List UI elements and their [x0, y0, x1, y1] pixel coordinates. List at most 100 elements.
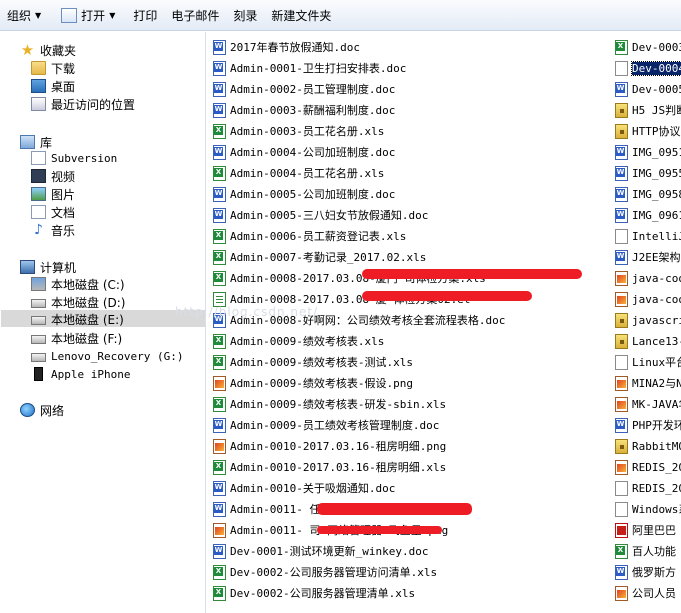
file-item[interactable]: Admin-0010-关于吸烟通知.doc: [213, 479, 395, 497]
file-item[interactable]: Admin-0007-考勤记录_2017.02.xls: [213, 248, 426, 266]
file-item[interactable]: Admin-0009-绩效考核表-假设.png: [213, 374, 413, 392]
nav-computer[interactable]: 计算机: [20, 258, 76, 276]
nav-item-iphone[interactable]: Apple iPhone: [31, 365, 130, 383]
file-item[interactable]: Dev-0005: [615, 80, 681, 98]
file-item[interactable]: Admin-0009-绩效考核表-研发-sbin.xls: [213, 395, 446, 413]
file-name: Admin-0009-绩效考核表-测试.xls: [230, 356, 413, 369]
file-item[interactable]: Admin-0009-绩效考核表.xls: [213, 332, 384, 350]
nav-item-drive-g[interactable]: Lenovo_Recovery (G:): [31, 347, 183, 365]
file-item[interactable]: Admin-0003-员工花名册.xls: [213, 122, 384, 140]
email-button[interactable]: 电子邮件: [164, 0, 226, 31]
nav-item-drive-e[interactable]: 本地磁盘 (E:): [31, 310, 124, 328]
nav-item-documents[interactable]: 文档: [31, 203, 75, 221]
file-item[interactable]: IMG_0958: [615, 185, 681, 203]
file-item[interactable]: J2EE架构: [615, 248, 681, 266]
file-name: REDIS_20: [632, 460, 681, 474]
network-globe-icon: [20, 403, 35, 417]
nav-item-drive-d[interactable]: 本地磁盘 (D:): [31, 293, 125, 311]
nav-item-label: 视频: [51, 169, 76, 184]
file-item[interactable]: Admin-0003-薪酬福利制度.doc: [213, 101, 395, 119]
new-folder-button[interactable]: 新建文件夹: [264, 0, 338, 31]
redaction-mark: [362, 269, 582, 279]
png-file-icon: [615, 375, 628, 391]
print-button[interactable]: 打印: [126, 0, 164, 31]
file-name: Dev-0002-公司服务器管理清单.xls: [230, 587, 416, 600]
file-item[interactable]: Admin-0005-三八妇女节放假通知.doc: [213, 206, 428, 224]
nav-item-drive-c[interactable]: 本地磁盘 (C:): [31, 275, 125, 293]
file-item[interactable]: 百人功能: [615, 542, 676, 560]
document-icon: [61, 7, 78, 23]
file-item[interactable]: H5 JS判断: [615, 101, 681, 119]
doc-file-icon: [615, 144, 628, 160]
file-item[interactable]: Windows系: [615, 500, 681, 518]
nav-item-music[interactable]: ♪ 音乐: [31, 221, 75, 239]
file-item[interactable]: HTTP协议: [615, 122, 681, 140]
doc-file-icon: [213, 501, 226, 517]
file-item[interactable]: Admin-0009-绩效考核表-测试.xls: [213, 353, 413, 371]
file-item[interactable]: REDIS_20: [615, 458, 681, 476]
png-file-icon: [213, 438, 226, 454]
nav-favorites[interactable]: ★ 收藏夹: [20, 41, 76, 59]
file-item[interactable]: IMG_0951: [615, 143, 681, 161]
nav-item-videos[interactable]: 视频: [31, 167, 75, 185]
file-item[interactable]: Dev-0002-公司服务器管理清单.xls: [213, 584, 415, 602]
file-item[interactable]: Admin-0005-公司加班制度.doc: [213, 185, 395, 203]
file-file-icon: [615, 60, 628, 76]
nav-item-pictures[interactable]: 图片: [31, 185, 75, 203]
file-item[interactable]: 俄罗斯方: [615, 563, 676, 581]
file-item[interactable]: IntelliJ: [615, 227, 681, 245]
file-item[interactable]: IMG_0961: [615, 206, 681, 224]
file-item[interactable]: javascri: [615, 311, 681, 329]
nav-item-downloads[interactable]: 下载: [31, 59, 75, 77]
file-item[interactable]: Linux平台: [615, 353, 681, 371]
file-item[interactable]: 2017年春节放假通知.doc: [213, 38, 360, 56]
file-name: MINA2与N: [632, 377, 681, 390]
doc-file-icon: [213, 207, 226, 223]
file-item[interactable]: java-coo: [615, 290, 681, 308]
organize-menu[interactable]: 组织 ▼: [0, 0, 48, 31]
file-item[interactable]: 阿里巴巴: [615, 521, 676, 539]
file-item[interactable]: Admin-0009-员工绩效考核管理制度.doc: [213, 416, 439, 434]
file-file-icon: [615, 228, 628, 244]
open-label: 打开: [81, 8, 106, 23]
file-item[interactable]: Dev-0003: [615, 38, 681, 56]
file-item[interactable]: Dev-0002-公司服务器管理访问清单.xls: [213, 563, 437, 581]
nav-network[interactable]: 网络: [20, 401, 64, 419]
file-item[interactable]: RabbitMQ: [615, 437, 681, 455]
desktop-icon: [31, 79, 46, 93]
doc-file-icon: [213, 144, 226, 160]
file-item[interactable]: Dev-0001-测试环境更新_winkey.doc: [213, 542, 428, 560]
file-item[interactable]: Admin-0001-卫生打扫安排表.doc: [213, 59, 406, 77]
png-file-icon: [213, 375, 226, 391]
file-item[interactable]: java-coo: [615, 269, 681, 287]
nav-item-label: Apple iPhone: [51, 367, 131, 381]
doc-file-icon: [213, 417, 226, 433]
file-name: 公司人员: [632, 587, 676, 600]
burn-button[interactable]: 刻录: [226, 0, 264, 31]
file-item[interactable]: Admin-0010-2017.03.16-租房明细.png: [213, 437, 446, 455]
file-name: java-coo: [632, 271, 681, 285]
file-file-icon: [615, 354, 628, 370]
file-item[interactable]: Dev-0004: [615, 59, 681, 77]
file-item[interactable]: IMG_0955: [615, 164, 681, 182]
doc-file-icon: [615, 417, 628, 433]
file-item[interactable]: REDIS_20: [615, 479, 681, 497]
file-item[interactable]: MK-JAVA华: [615, 395, 681, 413]
file-item[interactable]: Admin-0004-公司加班制度.doc: [213, 143, 395, 161]
file-name: Dev-0002-公司服务器管理访问清单.xls: [230, 566, 438, 579]
file-item[interactable]: PHP开发环: [615, 416, 681, 434]
file-item[interactable]: Admin-0010-2017.03.16-租房明细.xls: [213, 458, 446, 476]
nav-item-subversion[interactable]: Subversion: [31, 149, 117, 167]
nav-item-label: 本地磁盘 (D:): [51, 295, 126, 310]
file-item[interactable]: Admin-0006-员工薪资登记表.xls: [213, 227, 406, 245]
file-item[interactable]: Admin-0002-员工管理制度.doc: [213, 80, 395, 98]
file-name: Admin-0004-公司加班制度.doc: [230, 146, 396, 159]
nav-item-drive-f[interactable]: 本地磁盘 (F:): [31, 329, 122, 347]
nav-item-desktop[interactable]: 桌面: [31, 77, 75, 95]
file-item[interactable]: MINA2与N: [615, 374, 681, 392]
nav-item-recent[interactable]: 最近访问的位置: [31, 95, 135, 113]
file-item[interactable]: Admin-0004-员工花名册.xls: [213, 164, 384, 182]
file-item[interactable]: 公司人员: [615, 584, 676, 602]
open-menu[interactable]: 打开 ▼: [54, 0, 122, 31]
file-item[interactable]: Lance13-: [615, 332, 681, 350]
